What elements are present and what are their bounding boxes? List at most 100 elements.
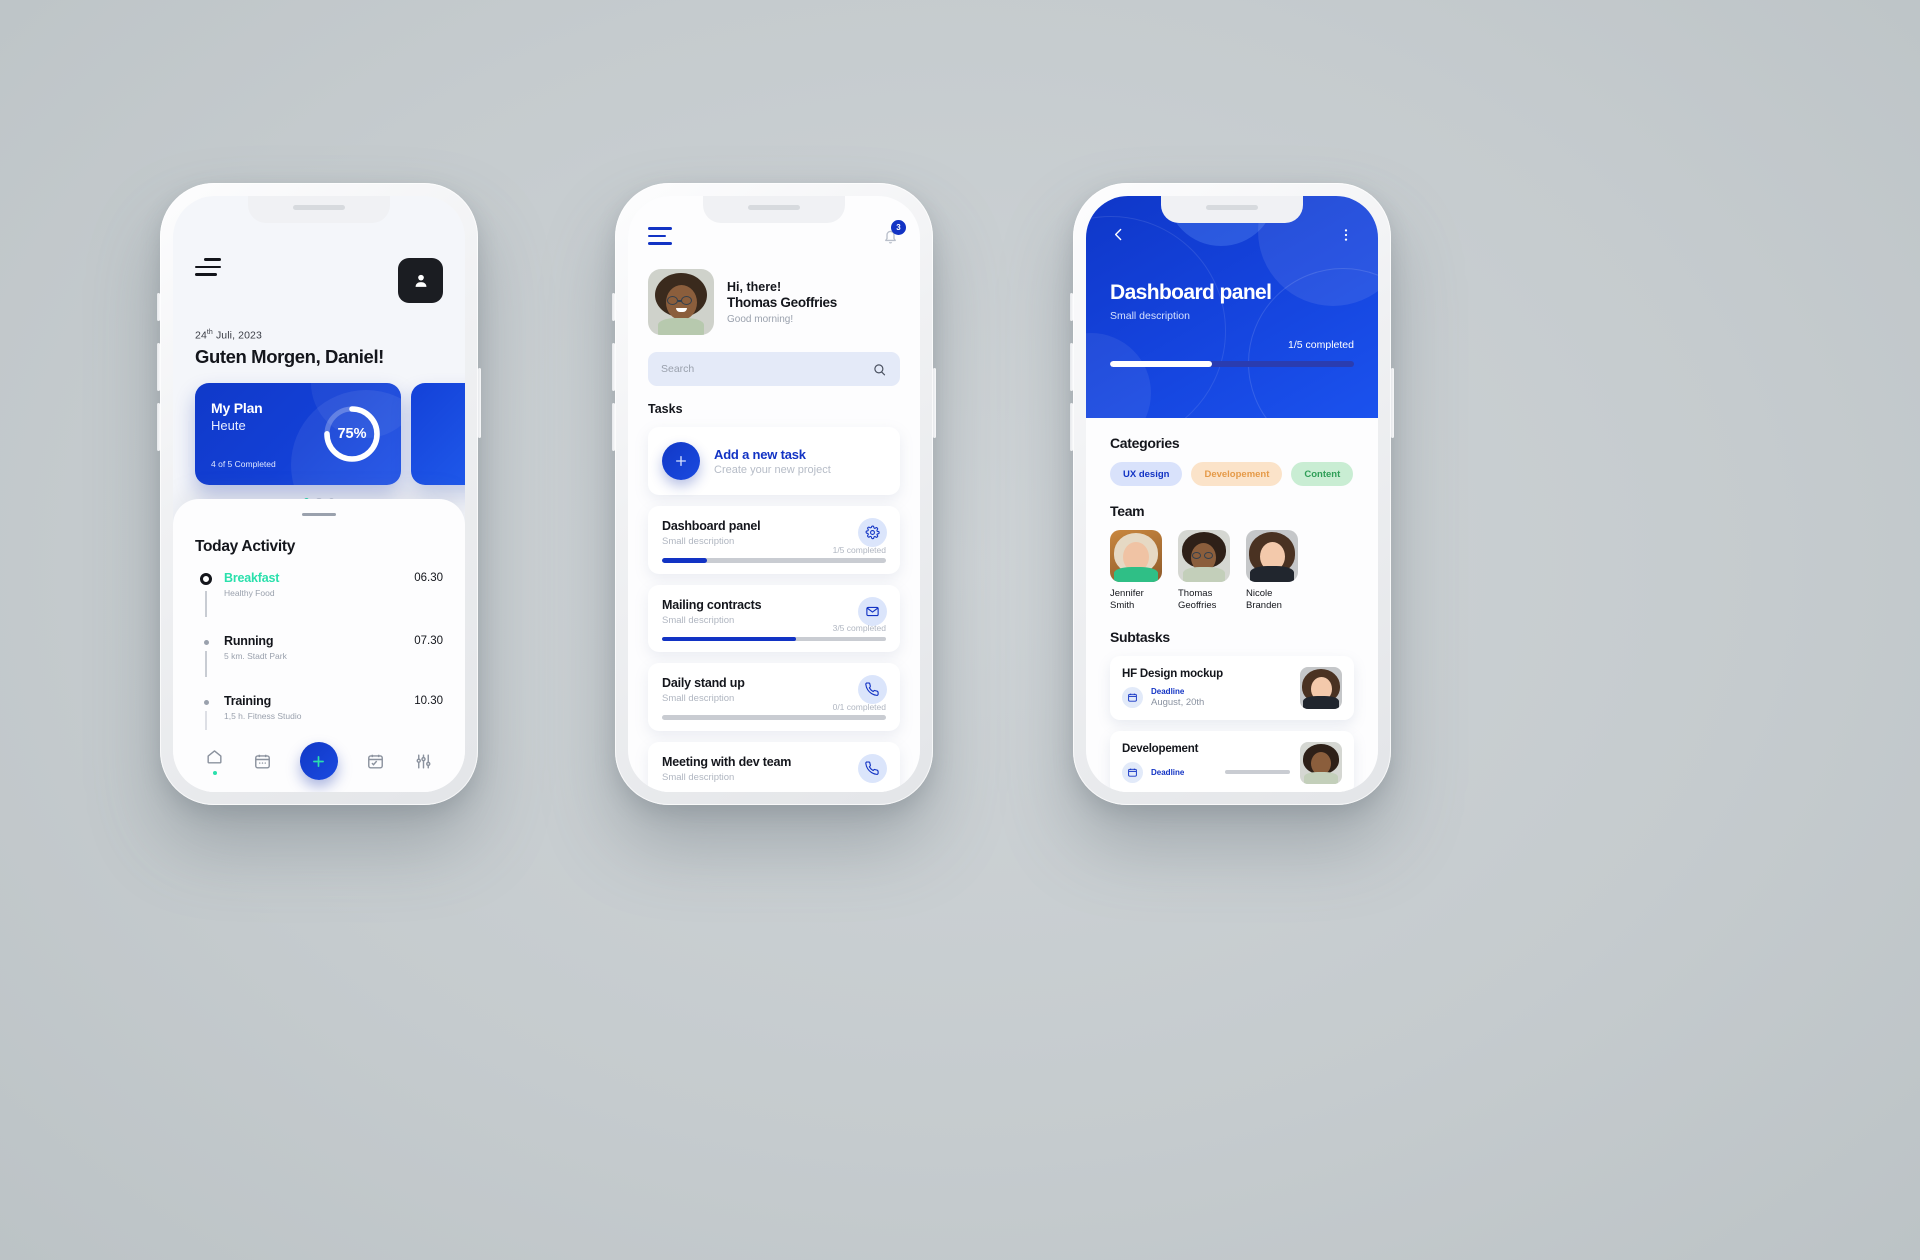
add-new-task-card[interactable]: Add a new task Create your new project — [648, 427, 900, 495]
calendar-icon — [1122, 761, 1143, 783]
activity-row[interactable]: Running 5 km. Stadt Park 07.30 — [195, 634, 443, 694]
page-title: Guten Morgen, Daniel! — [195, 345, 384, 367]
category-chip[interactable]: UX design — [1110, 462, 1183, 486]
task-title: Daily stand up — [662, 676, 745, 691]
avatar[interactable] — [648, 269, 714, 335]
activity-active-dot — [200, 573, 212, 586]
subtask-card[interactable]: HF Design mockup Deadline August, 20th — [1110, 655, 1354, 720]
phone3-notch — [1161, 196, 1303, 223]
section-title-team: Team — [1110, 503, 1145, 519]
task-progress-bar — [662, 715, 886, 720]
nav-item-settings[interactable] — [414, 752, 433, 771]
add-task-title: Add a new task — [714, 446, 806, 462]
task-card[interactable]: Mailing contracts Small description 3/5 co… — [648, 584, 900, 653]
user-name: Thomas Geoffries — [727, 294, 837, 310]
subtask-card[interactable]: Developement Deadline — [1110, 730, 1354, 792]
phone2-screen: 3 Hi, there! Thomas Geoffries Good morni… — [628, 196, 920, 792]
phone3-mute-button[interactable] — [1070, 293, 1073, 321]
task-title: Mailing contracts — [662, 597, 762, 612]
avatar — [1300, 741, 1342, 784]
phone1-mute-button[interactable] — [157, 293, 160, 321]
activity-name: Running — [224, 634, 274, 649]
section-title-today-activity: Today Activity — [195, 538, 296, 556]
search-input[interactable] — [661, 363, 854, 375]
subtask-deadline-label: Deadline — [1151, 686, 1185, 696]
mail-icon[interactable] — [858, 596, 887, 626]
nav-item-tasks[interactable] — [366, 752, 385, 771]
nav-active-indicator — [212, 771, 217, 775]
screenshot-canvas: 24th Juli, 2023 Guten Morgen, Daniel! My… — [0, 0, 1920, 1260]
progress-ring: 75% — [321, 403, 383, 465]
search-icon[interactable] — [872, 362, 887, 377]
current-date: 24th Juli, 2023 — [195, 329, 262, 342]
category-chip[interactable]: Developement — [1191, 462, 1283, 486]
team-member-list: Jennifer Smith Thomas Geoffries Nicole Bra… — [1110, 530, 1354, 612]
page-subtitle: Small description — [1110, 310, 1190, 322]
phone2-volume-up-button[interactable] — [612, 343, 615, 391]
phone3-power-button[interactable] — [1391, 368, 1394, 438]
avatar — [1110, 530, 1162, 582]
task-card[interactable]: Meeting with dev team Small description — [648, 741, 900, 792]
team-member[interactable]: Nicole Branden — [1246, 530, 1298, 612]
phone1-header-area: 24th Juli, 2023 Guten Morgen, Daniel! My… — [173, 196, 465, 503]
search-bar[interactable] — [648, 352, 900, 386]
hamburger-icon[interactable] — [648, 227, 672, 250]
timeline-connector — [205, 651, 207, 678]
plan-carousel[interactable]: My Plan Heute 4 of 5 Completed 75% — [195, 382, 465, 485]
notification-bell-icon[interactable]: 3 — [881, 220, 906, 251]
activity-description: Healthy Food — [224, 588, 275, 599]
plan-card-next[interactable] — [411, 382, 465, 485]
phone1-volume-down-button[interactable] — [157, 403, 160, 451]
phone2-notch — [703, 196, 845, 223]
subtask-deadline-label: Deadline — [1151, 767, 1185, 777]
more-vertical-icon[interactable] — [1338, 227, 1354, 243]
activity-timeline-marker — [195, 634, 217, 678]
phone3-screen: Dashboard panel Small description 1/5 co… — [1086, 196, 1378, 792]
phone3-content: Dashboard panel Small description 1/5 co… — [1086, 196, 1378, 792]
phone2-power-button[interactable] — [933, 368, 936, 438]
plus-icon[interactable] — [662, 442, 700, 480]
nav-item-home[interactable] — [205, 747, 224, 775]
progress-ring-label: 75% — [337, 425, 367, 442]
phone-icon[interactable] — [858, 675, 887, 705]
team-member[interactable]: Jennifer Smith — [1110, 530, 1162, 612]
activity-dot — [203, 640, 209, 646]
phone2-volume-down-button[interactable] — [612, 403, 615, 451]
subtask-list: HF Design mockup Deadline August, 20th Deve… — [1110, 655, 1354, 792]
bottom-navigation[interactable] — [173, 730, 465, 792]
activity-name: Breakfast — [224, 571, 280, 586]
plan-card[interactable]: My Plan Heute 4 of 5 Completed 75% — [195, 382, 401, 485]
task-card[interactable]: Daily stand up Small description 0/1 compl… — [648, 663, 900, 731]
task-card[interactable]: Dashboard panel Small description 1/5 comp… — [648, 506, 900, 574]
team-member[interactable]: Thomas Geoffries — [1178, 530, 1230, 612]
page-title: Dashboard panel — [1110, 281, 1272, 304]
dashboard-hero: Dashboard panel Small description 1/5 co… — [1086, 196, 1378, 418]
task-title: Meeting with dev team — [662, 754, 792, 769]
activity-time: 06.30 — [414, 572, 443, 585]
phone-icon[interactable] — [858, 753, 887, 783]
phone3-volume-up-button[interactable] — [1070, 343, 1073, 391]
gear-icon[interactable] — [858, 518, 887, 547]
user-avatar-icon[interactable] — [398, 258, 443, 303]
sheet-drag-handle[interactable] — [302, 513, 336, 517]
category-chip-list: UX design Developement Content — [1110, 462, 1354, 486]
category-chip[interactable]: Content — [1291, 462, 1354, 486]
activity-timeline-marker — [195, 571, 217, 618]
team-member-name: Jennifer Smith — [1110, 588, 1144, 611]
phone1-power-button[interactable] — [478, 368, 481, 438]
add-plus-fab[interactable] — [299, 742, 338, 780]
timeline-connector — [205, 591, 207, 618]
nav-item-calendar[interactable] — [253, 752, 272, 771]
activity-row[interactable]: Breakfast Healthy Food 06.30 — [195, 571, 443, 634]
hamburger-icon[interactable] — [195, 258, 221, 281]
phone1-screen: 24th Juli, 2023 Guten Morgen, Daniel! My… — [173, 196, 465, 792]
phone1-volume-up-button[interactable] — [157, 343, 160, 391]
phone-mockup-1: 24th Juli, 2023 Guten Morgen, Daniel! My… — [157, 183, 481, 805]
phone1-notch — [248, 196, 390, 223]
add-task-subtitle: Create your new project — [714, 463, 831, 476]
chevron-left-icon[interactable] — [1110, 226, 1127, 243]
avatar — [1178, 530, 1230, 582]
activity-time: 10.30 — [414, 695, 443, 708]
phone2-mute-button[interactable] — [612, 293, 615, 321]
phone3-volume-down-button[interactable] — [1070, 403, 1073, 451]
